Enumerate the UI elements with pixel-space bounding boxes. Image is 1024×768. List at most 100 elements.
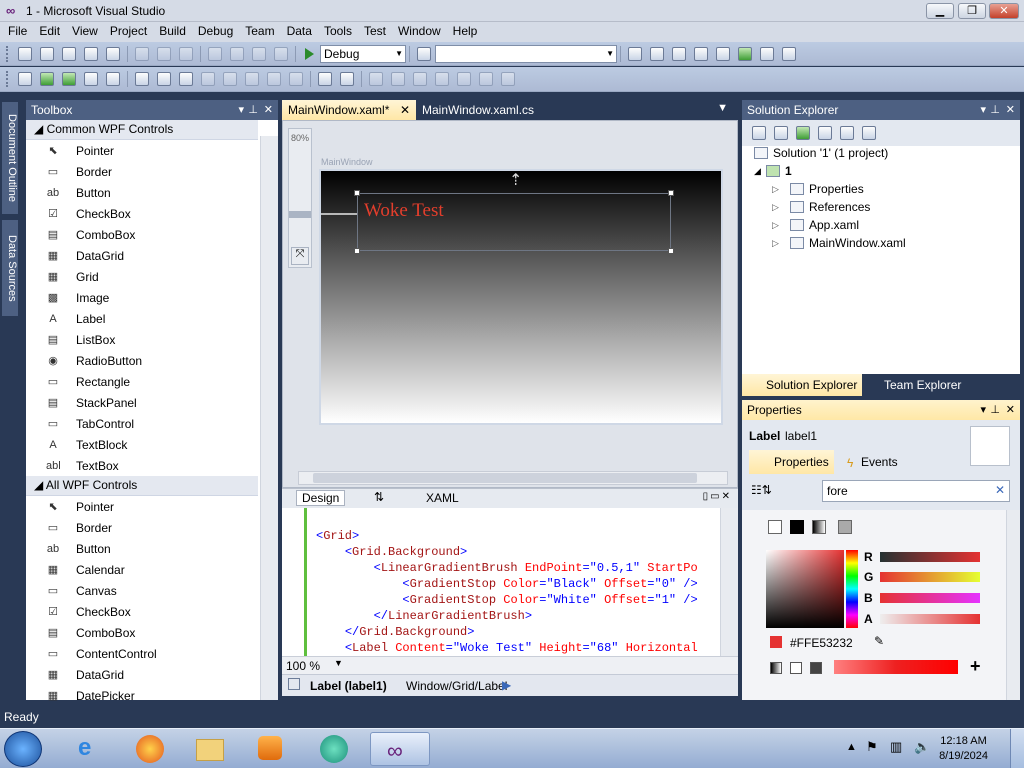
bookmark-icon[interactable] — [106, 72, 120, 86]
copy-icon[interactable] — [157, 46, 171, 61]
expander-icon[interactable]: ▷ — [772, 220, 790, 231]
document-outline-tab[interactable]: Document Outline — [2, 102, 18, 214]
expander-icon[interactable]: ▷ — [772, 202, 790, 213]
system-clock[interactable]: 12:18 AM 8/19/2024 — [939, 734, 988, 764]
gradient-brush-icon[interactable] — [812, 520, 826, 534]
step-over-icon[interactable] — [62, 72, 76, 86]
view-code-icon[interactable] — [818, 126, 832, 140]
menu-edit[interactable]: Edit — [34, 22, 67, 42]
toolbox-item[interactable]: ab Button — [26, 182, 278, 203]
panel-menu-icon[interactable]: ▾ — [980, 100, 986, 120]
expander-icon[interactable]: ◢ — [754, 166, 766, 177]
breadcrumb-element[interactable]: Label (label1) — [310, 679, 387, 693]
scroll-thumb[interactable] — [313, 473, 697, 483]
breadcrumb-path[interactable]: Window/Grid/Label — [406, 679, 507, 693]
refresh-icon[interactable] — [796, 126, 810, 140]
xaml-vertical-scrollbar[interactable] — [720, 508, 738, 656]
panel-menu-icon[interactable]: ▾ — [238, 100, 244, 120]
align-bottom-icon[interactable] — [245, 72, 259, 86]
start-debugging-icon[interactable] — [305, 47, 314, 60]
designer-horizontal-scrollbar[interactable] — [298, 471, 728, 485]
close-button[interactable]: ✕ — [989, 3, 1019, 19]
toolbox-item[interactable]: ab Button — [26, 538, 278, 559]
bring-to-front-icon[interactable] — [369, 72, 383, 86]
toolbox-scrollbar[interactable] — [260, 136, 278, 700]
color-spectrum-picker[interactable] — [766, 550, 844, 628]
menu-debug[interactable]: Debug — [193, 22, 240, 42]
add-item-icon[interactable] — [40, 46, 54, 61]
tab-mainwindow-xaml-cs[interactable]: MainWindow.xaml.cs — [416, 100, 546, 120]
toolbox-item[interactable]: ☑ CheckBox — [26, 601, 278, 622]
find-in-files-icon[interactable] — [417, 46, 431, 61]
swap-panes-icon[interactable]: ⇅ — [374, 490, 384, 504]
pin-icon[interactable]: ⊥ — [990, 100, 1000, 120]
navigate-back-icon[interactable] — [252, 46, 266, 61]
clear-search-icon[interactable]: ✕ — [995, 483, 1005, 497]
toolbox-item[interactable]: ▭ Canvas — [26, 580, 278, 601]
menu-view[interactable]: View — [67, 22, 105, 42]
tree-item[interactable]: ▷ References — [772, 200, 870, 214]
tree-solution[interactable]: Solution '1' (1 project) — [754, 146, 888, 160]
categorized-sort-icon[interactable]: ☷⇅ — [751, 483, 785, 501]
wpf-window-preview[interactable]: MainWindow ⇡ Woke Test — [319, 157, 723, 425]
maximize-button[interactable]: ❐ — [958, 3, 986, 19]
send-to-back-icon[interactable] — [391, 72, 405, 86]
red-channel-slider[interactable] — [880, 552, 980, 562]
vertical-spacing-icon[interactable] — [435, 72, 449, 86]
indent-icon[interactable] — [318, 72, 332, 86]
toolbox-item[interactable]: ◉ RadioButton — [26, 350, 278, 371]
menu-tools[interactable]: Tools — [319, 22, 359, 42]
properties-window-icon[interactable] — [650, 46, 664, 61]
fit-to-window-icon[interactable]: ⤧ — [291, 247, 309, 265]
menu-project[interactable]: Project — [105, 22, 154, 42]
class-view-icon[interactable] — [716, 46, 730, 61]
tab-solution-explorer[interactable]: Solution Explorer — [742, 374, 862, 396]
undo-icon[interactable] — [208, 46, 222, 61]
save-icon[interactable] — [84, 46, 98, 61]
toolbox-item[interactable]: ▤ ComboBox — [26, 622, 278, 643]
reverse-gradient-icon[interactable] — [810, 662, 822, 674]
zoom-dropdown-icon[interactable]: ▼ — [334, 658, 343, 668]
resize-handle[interactable] — [668, 248, 674, 254]
menu-data[interactable]: Data — [282, 22, 319, 42]
navigate-forward-icon[interactable] — [274, 46, 288, 61]
start-page-icon[interactable] — [738, 46, 752, 61]
view-designer-icon[interactable] — [840, 126, 854, 140]
toolbar-grip[interactable] — [6, 45, 10, 62]
redo-icon[interactable] — [230, 46, 244, 61]
breadcrumb-arrow-icon[interactable]: ▶ — [502, 678, 511, 692]
extension-manager-icon[interactable] — [760, 46, 774, 61]
menu-team[interactable]: Team — [240, 22, 281, 42]
solution-configuration-combo[interactable]: Debug ▼ — [320, 44, 406, 63]
visual-studio-taskbar-icon[interactable]: ∞ — [370, 732, 430, 766]
property-search-input[interactable]: fore ✕ — [822, 480, 1010, 502]
toolbox-item[interactable]: ▦ Grid — [26, 266, 278, 287]
solid-brush-icon[interactable] — [790, 520, 804, 534]
file-explorer-taskbar-icon[interactable] — [184, 732, 236, 766]
outdent-icon[interactable] — [340, 72, 354, 86]
toolbox-item[interactable]: ▦ DataGrid — [26, 664, 278, 685]
object-browser-icon[interactable] — [672, 46, 686, 61]
menu-file[interactable]: File — [3, 22, 34, 42]
split-layout-icons[interactable]: ▯▭✕ — [703, 491, 732, 502]
toolbox-item[interactable]: ▭ Rectangle — [26, 371, 278, 392]
close-icon[interactable]: ✕ — [264, 100, 273, 120]
green-channel-slider[interactable] — [880, 572, 980, 582]
linear-gradient-icon[interactable] — [770, 662, 782, 674]
toolbox-group-common[interactable]: ◢ Common WPF Controls — [26, 120, 258, 140]
menu-test[interactable]: Test — [359, 22, 393, 42]
show-all-files-icon[interactable] — [774, 126, 788, 140]
color-hex-value[interactable]: #FFE53232 — [790, 636, 853, 650]
horizontal-spacing-icon[interactable] — [413, 72, 427, 86]
tree-item[interactable]: ▷ Properties — [772, 182, 864, 196]
toolbox-item[interactable]: ▦ Calendar — [26, 559, 278, 580]
tree-project[interactable]: ◢ 1 — [754, 164, 792, 178]
eyedropper-icon[interactable]: ✎ — [874, 634, 884, 648]
resize-handle[interactable] — [354, 190, 360, 196]
toolbox-item[interactable]: ▤ StackPanel — [26, 392, 278, 413]
close-icon[interactable]: ✕ — [1006, 400, 1015, 420]
tree-item[interactable]: ▷ MainWindow.xaml — [772, 236, 906, 250]
show-desktop-button[interactable] — [1010, 729, 1024, 768]
design-pane-tab[interactable]: Design — [296, 490, 346, 506]
media-player-taskbar-icon[interactable] — [244, 732, 296, 766]
